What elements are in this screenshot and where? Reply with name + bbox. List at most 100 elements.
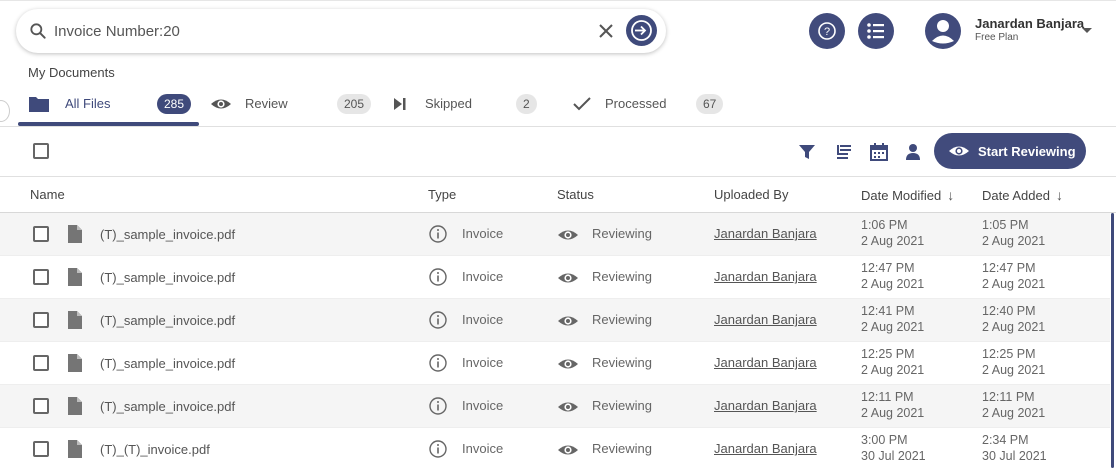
eye-icon [558, 273, 578, 283]
skip-icon [394, 98, 406, 110]
date-modified-date: 2 Aug 2021 [861, 320, 925, 334]
row-checkbox[interactable] [33, 269, 49, 285]
tab-review[interactable]: Review 205 [210, 90, 372, 122]
date-modified-date: 2 Aug 2021 [861, 363, 925, 377]
help-icon: ? [818, 22, 836, 40]
select-all-checkbox[interactable] [33, 143, 49, 159]
date-modified-time: 12:11 PM [861, 390, 914, 404]
table-row[interactable]: (T)_sample_invoice.pdf Invoice Reviewing Ja… [0, 256, 1110, 299]
eye-icon [558, 316, 578, 326]
info-icon[interactable] [428, 310, 448, 330]
eye-icon [558, 402, 578, 412]
document-type: Invoice [462, 312, 504, 327]
info-icon[interactable] [428, 396, 448, 416]
file-icon [68, 268, 82, 286]
column-uploaded-by[interactable]: Uploaded By [714, 187, 788, 202]
person-icon[interactable] [903, 142, 923, 162]
help-button[interactable]: ? [809, 13, 845, 49]
date-added-date: 30 Jul 2021 [982, 449, 1047, 463]
info-icon[interactable] [428, 224, 448, 244]
file-icon [68, 311, 82, 329]
document-type: Invoice [462, 398, 504, 413]
file-icon [68, 397, 82, 415]
table-row[interactable]: (T)_sample_invoice.pdf Invoice Reviewing Ja… [0, 342, 1110, 385]
file-icon [68, 354, 82, 372]
column-date-added[interactable]: Date Added ↓ [982, 187, 1063, 203]
uploader-link[interactable]: Janardan Banjara [714, 269, 817, 284]
file-name[interactable]: (T)_(T)_invoice.pdf [100, 442, 210, 457]
date-modified-date: 2 Aug 2021 [861, 406, 925, 420]
search-icon [30, 23, 46, 39]
eye-icon [558, 445, 578, 455]
svg-text:?: ? [824, 26, 830, 38]
document-type: Invoice [462, 441, 504, 456]
column-name[interactable]: Name [30, 187, 65, 202]
file-icon [68, 440, 82, 458]
status-text: Reviewing [592, 441, 652, 456]
file-name[interactable]: (T)_sample_invoice.pdf [100, 399, 235, 414]
column-label: Date Added [982, 188, 1050, 203]
info-icon[interactable] [428, 267, 448, 287]
date-added-date: 2 Aug 2021 [982, 406, 1046, 420]
calendar-icon[interactable] [869, 142, 889, 162]
tab-count-badge: 67 [696, 94, 724, 114]
table-row[interactable]: (T)_sample_invoice.pdf Invoice Reviewing Ja… [0, 385, 1110, 428]
row-checkbox[interactable] [33, 355, 49, 371]
eye-icon [949, 146, 969, 156]
file-name[interactable]: (T)_sample_invoice.pdf [100, 227, 235, 242]
document-type: Invoice [462, 226, 504, 241]
search-input[interactable] [54, 19, 594, 43]
date-modified-date: 2 Aug 2021 [861, 277, 925, 291]
tab-all-files[interactable]: All Files 285 [28, 90, 198, 122]
menu-list-button[interactable] [858, 13, 894, 49]
date-added-time: 12:25 PM [982, 347, 1036, 361]
info-icon[interactable] [428, 439, 448, 459]
file-name[interactable]: (T)_sample_invoice.pdf [100, 313, 235, 328]
table-row[interactable]: (T)_sample_invoice.pdf Invoice Reviewing Ja… [0, 299, 1110, 342]
avatar-icon[interactable] [924, 12, 962, 50]
date-added-time: 2:34 PM [982, 433, 1029, 447]
tab-skipped[interactable]: Skipped 2 [392, 90, 552, 122]
date-modified-time: 3:00 PM [861, 433, 908, 447]
file-name[interactable]: (T)_sample_invoice.pdf [100, 356, 235, 371]
file-name[interactable]: (T)_sample_invoice.pdf [100, 270, 235, 285]
check-icon [573, 97, 591, 111]
uploader-link[interactable]: Janardan Banjara [714, 312, 817, 327]
table-row[interactable]: (T)_sample_invoice.pdf Invoice Reviewing Ja… [0, 213, 1110, 256]
info-icon[interactable] [428, 353, 448, 373]
date-modified-time: 12:41 PM [861, 304, 915, 318]
arrow-down-icon: ↓ [947, 187, 955, 203]
table-row[interactable]: (T)_(T)_invoice.pdf Invoice Reviewing Janar… [0, 428, 1110, 468]
column-type[interactable]: Type [428, 187, 456, 202]
sidebar-collapse-button[interactable] [0, 100, 10, 122]
row-checkbox[interactable] [33, 441, 49, 457]
row-checkbox[interactable] [33, 312, 49, 328]
table-header: Name Type Status Uploaded By Date Modifi… [0, 176, 1116, 213]
chevron-down-icon[interactable] [1082, 28, 1092, 33]
document-type: Invoice [462, 269, 504, 284]
date-added-time: 12:40 PM [982, 304, 1036, 318]
arrow-down-icon: ↓ [1055, 187, 1063, 203]
top-bar: ? Janardan Banjara Free Plan [0, 0, 1116, 60]
sort-icon[interactable] [834, 142, 854, 162]
uploader-link[interactable]: Janardan Banjara [714, 226, 817, 241]
date-modified-date: 30 Jul 2021 [861, 449, 926, 463]
uploader-link[interactable]: Janardan Banjara [714, 355, 817, 370]
scrollbar[interactable] [1111, 213, 1114, 468]
clear-icon[interactable] [596, 21, 616, 41]
uploader-link[interactable]: Janardan Banjara [714, 441, 817, 456]
date-modified-time: 12:25 PM [861, 347, 915, 361]
start-reviewing-button[interactable]: Start Reviewing [934, 133, 1086, 169]
row-checkbox[interactable] [33, 226, 49, 242]
row-checkbox[interactable] [33, 398, 49, 414]
column-date-modified[interactable]: Date Modified ↓ [861, 187, 954, 203]
uploader-link[interactable]: Janardan Banjara [714, 398, 817, 413]
tab-processed[interactable]: Processed 67 [572, 90, 732, 122]
user-name[interactable]: Janardan Banjara [975, 16, 1084, 31]
status-text: Reviewing [592, 355, 652, 370]
search-submit-button[interactable] [626, 15, 657, 46]
column-status[interactable]: Status [557, 187, 594, 202]
date-modified-date: 2 Aug 2021 [861, 234, 925, 248]
tab-label: All Files [65, 96, 111, 111]
filter-icon[interactable] [797, 142, 817, 162]
